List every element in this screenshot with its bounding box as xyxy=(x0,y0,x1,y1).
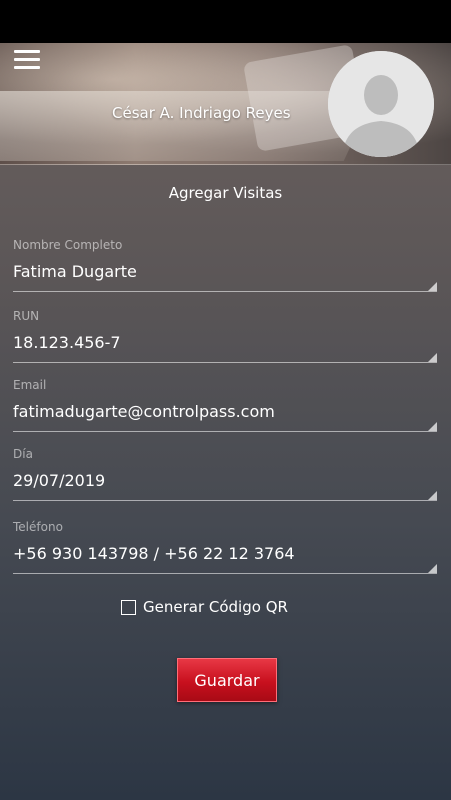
phone-field-label: Teléfono xyxy=(13,520,63,534)
resize-corner-icon xyxy=(428,422,437,431)
date-input[interactable]: 29/07/2019 xyxy=(13,470,437,501)
name-field[interactable]: Nombre Completo Fatima Dugarte xyxy=(13,237,437,292)
save-button[interactable]: Guardar xyxy=(177,658,277,702)
resize-corner-icon xyxy=(428,564,437,573)
email-input[interactable]: fatimadugarte@controlpass.com xyxy=(13,401,437,432)
form-title: Agregar Visitas xyxy=(168,184,283,202)
phone-input-value: +56 930 143798 / +56 22 12 3764 xyxy=(13,544,295,563)
status-bar xyxy=(0,0,451,43)
user-silhouette-icon xyxy=(328,51,434,157)
generate-qr-checkbox[interactable] xyxy=(121,599,136,615)
user-name: César A. Indriago Reyes xyxy=(112,104,291,122)
run-input[interactable]: 18.123.456-7 xyxy=(13,332,437,363)
name-field-label: Nombre Completo xyxy=(13,238,123,252)
date-field[interactable]: Día 29/07/2019 xyxy=(13,446,437,501)
run-input-value: 18.123.456-7 xyxy=(13,333,121,352)
date-input-value: 29/07/2019 xyxy=(13,471,106,490)
resize-corner-icon xyxy=(428,353,437,362)
run-field[interactable]: RUN 18.123.456-7 xyxy=(13,308,437,363)
generate-qr-option[interactable]: Generar Código QR xyxy=(121,597,288,617)
date-field-label: Día xyxy=(13,447,33,461)
phone-field[interactable]: Teléfono +56 930 143798 / +56 22 12 3764 xyxy=(13,519,437,574)
avatar[interactable] xyxy=(328,51,434,157)
phone-input[interactable]: +56 930 143798 / +56 22 12 3764 xyxy=(13,543,437,574)
email-field[interactable]: Email fatimadugarte@controlpass.com xyxy=(13,377,437,432)
run-field-label: RUN xyxy=(13,309,40,323)
generate-qr-label[interactable]: Generar Código QR xyxy=(143,598,288,616)
resize-corner-icon xyxy=(428,282,437,291)
email-input-value: fatimadugarte@controlpass.com xyxy=(13,402,275,421)
hamburger-menu-icon[interactable] xyxy=(14,50,40,70)
name-input-value: Fatima Dugarte xyxy=(13,262,137,281)
name-input[interactable]: Fatima Dugarte xyxy=(13,261,437,292)
email-field-label: Email xyxy=(13,378,47,392)
resize-corner-icon xyxy=(428,491,437,500)
